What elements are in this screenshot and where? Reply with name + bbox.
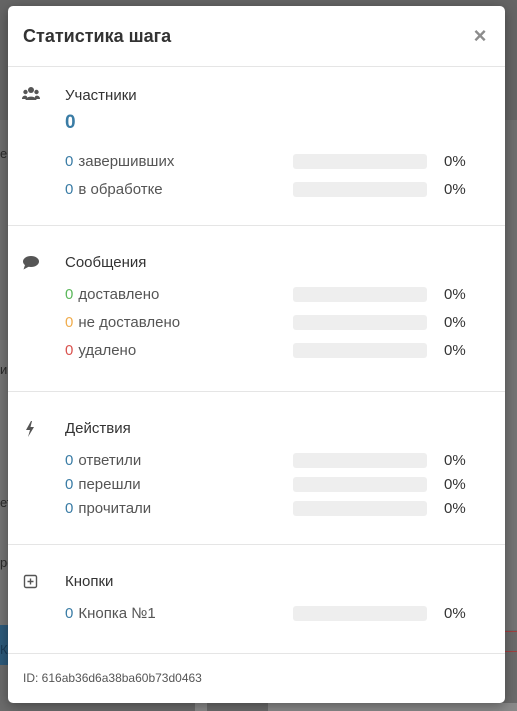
stat-percent: 0% <box>444 180 466 198</box>
stat-label: прочитали <box>78 499 152 517</box>
stat-label: ответили <box>78 451 142 469</box>
buttons-section: Кнопки 0 Кнопка №1 0% <box>8 545 505 654</box>
actions-title: Действия <box>65 420 131 437</box>
stat-percent: 0% <box>444 313 466 331</box>
stat-label: завершивших <box>78 152 175 170</box>
progress-bar <box>293 343 427 358</box>
stat-label: доставлено <box>78 285 160 303</box>
stat-count: 0 <box>65 285 74 303</box>
stat-row-read: 0 прочитали 0% <box>65 498 505 518</box>
stat-count: 0 <box>65 180 74 198</box>
stat-count: 0 <box>65 604 74 622</box>
stat-row-delivered: 0 доставлено 0% <box>65 284 505 304</box>
close-button[interactable]: × <box>471 25 489 47</box>
stat-row-deleted: 0 удалено 0% <box>65 340 505 360</box>
stat-percent: 0% <box>444 152 466 170</box>
stat-percent: 0% <box>444 451 466 469</box>
plus-square-icon <box>22 573 40 591</box>
stat-count: 0 <box>65 152 74 170</box>
stat-percent: 0% <box>444 475 466 493</box>
stat-count: 0 <box>65 313 74 331</box>
stat-percent: 0% <box>444 499 466 517</box>
stat-label: в обработке <box>78 180 163 198</box>
progress-bar <box>293 315 427 330</box>
participants-section: Участники 0 0 завершивших 0% 0 в обработ… <box>8 67 505 226</box>
stat-label: перешли <box>78 475 141 493</box>
stat-row-processing: 0 в обработке 0% <box>65 179 505 199</box>
modal-title: Статистика шага <box>23 25 172 46</box>
participants-total: 0 <box>65 112 76 133</box>
backdrop-text: К <box>0 642 8 657</box>
stat-label: Кнопка №1 <box>78 604 156 622</box>
stat-percent: 0% <box>444 604 466 622</box>
backdrop-tab <box>268 703 517 711</box>
stat-count: 0 <box>65 341 74 359</box>
progress-bar <box>293 287 427 302</box>
backdrop-line <box>505 631 517 632</box>
progress-bar <box>293 477 427 492</box>
messages-section: Сообщения 0 доставлено 0% 0 не доставлен… <box>8 226 505 392</box>
stat-row-replied: 0 ответили 0% <box>65 450 505 470</box>
progress-bar <box>293 154 427 169</box>
backdrop-line <box>505 651 517 652</box>
users-icon <box>22 85 40 103</box>
backdrop-tab <box>195 703 207 711</box>
bolt-icon <box>22 420 40 438</box>
stat-row-not-delivered: 0 не доставлено 0% <box>65 312 505 332</box>
progress-bar <box>293 453 427 468</box>
progress-bar <box>293 182 427 197</box>
stat-label: удалено <box>78 341 137 359</box>
stat-percent: 0% <box>444 341 466 359</box>
stat-row-button-1: 0 Кнопка №1 0% <box>65 603 505 623</box>
progress-bar <box>293 501 427 516</box>
progress-bar <box>293 606 427 621</box>
backdrop-text: e <box>0 146 8 161</box>
stat-label: не доставлено <box>78 313 181 331</box>
modal-header: Статистика шага × <box>8 6 505 67</box>
stat-count: 0 <box>65 475 74 493</box>
backdrop-text: и <box>0 362 8 377</box>
buttons-title: Кнопки <box>65 573 114 590</box>
comment-icon <box>22 254 40 272</box>
stat-count: 0 <box>65 499 74 517</box>
messages-title: Сообщения <box>65 254 147 271</box>
stat-percent: 0% <box>444 285 466 303</box>
stat-count: 0 <box>65 451 74 469</box>
actions-section: Действия 0 ответили 0% 0 перешли 0% 0 пр… <box>8 392 505 545</box>
stat-row-completed: 0 завершивших 0% <box>65 151 505 171</box>
stat-row-clicked: 0 перешли 0% <box>65 474 505 494</box>
step-id: ID: 616ab36d6a38ba60b73d0463 <box>23 671 202 685</box>
step-stats-modal: Статистика шага × Участники 0 0 завершив… <box>8 6 505 703</box>
participants-title: Участники <box>65 87 137 104</box>
